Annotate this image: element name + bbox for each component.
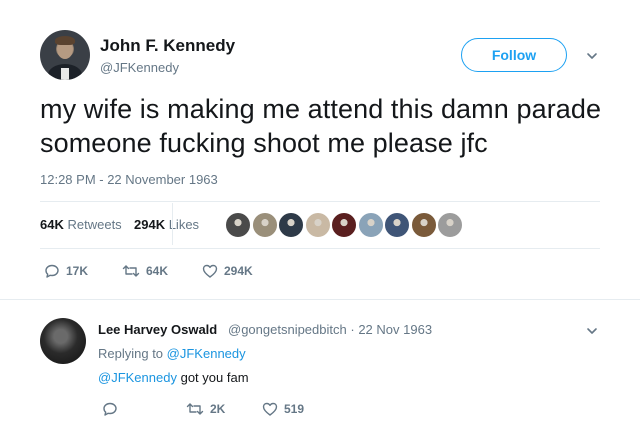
liker-avatar[interactable] (225, 212, 251, 238)
retweets-label: Retweets (67, 217, 122, 232)
divider (40, 248, 600, 249)
retweets-count: 64K (40, 217, 64, 232)
retweet-button[interactable]: 2K (186, 401, 225, 417)
retweet-count: 64K (146, 264, 169, 278)
reply-text: @JFKennedy got you fam (98, 370, 249, 385)
liker-avatar[interactable] (304, 212, 331, 238)
retweet-icon (186, 401, 204, 417)
chevron-down-icon[interactable] (585, 324, 599, 338)
divider (40, 201, 600, 202)
reply-count: 17K (66, 264, 89, 278)
author-handle[interactable]: @JFKennedy (100, 60, 179, 75)
likes-count: 294K (134, 217, 166, 232)
reply-icon (102, 401, 118, 417)
mention-link[interactable]: @JFKennedy (98, 370, 177, 385)
retweet-count: 2K (210, 402, 226, 416)
retweet-icon (122, 263, 140, 279)
liker-avatar[interactable] (357, 212, 384, 238)
avatar-shirt (61, 68, 69, 80)
avatar-hair (55, 36, 75, 45)
tweet-text: my wife is making me attend this damn pa… (40, 94, 602, 158)
follow-button[interactable]: Follow (461, 38, 567, 72)
liker-avatar[interactable] (437, 212, 463, 238)
likes-stat[interactable]: 294K Likes (134, 217, 199, 232)
reply-date[interactable]: 22 Nov 1963 (358, 322, 432, 337)
timestamp[interactable]: 12:28 PM - 22 November 1963 (40, 172, 218, 187)
reply-author-handle[interactable]: @gongetsnipedbitch (228, 322, 347, 337)
reply-button[interactable]: 17K (44, 263, 88, 279)
like-count: 294K (224, 264, 253, 278)
reply-meta: @gongetsnipedbitch · 22 Nov 1963 (228, 322, 432, 337)
liker-avatar[interactable] (384, 212, 410, 238)
chevron-down-icon[interactable] (585, 49, 599, 63)
liker-avatar[interactable] (251, 212, 278, 238)
reply-button[interactable] (102, 401, 124, 417)
heart-icon (202, 263, 218, 279)
like-button[interactable]: 294K (202, 263, 253, 279)
heart-icon (262, 401, 278, 417)
like-button[interactable]: 519 (262, 401, 304, 417)
retweet-button[interactable]: 64K (122, 263, 168, 279)
replying-prefix: Replying to (98, 346, 164, 361)
avatar[interactable] (40, 30, 90, 80)
reply-icon (44, 263, 60, 279)
reply-author-name[interactable]: Lee Harvey Oswald (98, 322, 217, 337)
meta-separator: · (350, 322, 355, 337)
liker-avatar[interactable] (278, 212, 304, 238)
replying-to: Replying to @JFKennedy (98, 346, 246, 361)
author-name[interactable]: John F. Kennedy (100, 36, 235, 56)
divider (0, 299, 640, 300)
liker-avatar[interactable] (331, 212, 357, 238)
liker-avatar[interactable] (410, 212, 437, 238)
stats-separator (172, 203, 173, 245)
like-count: 519 (284, 402, 305, 416)
reply-body: got you fam (180, 370, 249, 385)
replying-to-link[interactable]: @JFKennedy (167, 346, 246, 361)
retweets-stat[interactable]: 64K Retweets (40, 217, 122, 232)
reply-avatar[interactable] (40, 318, 86, 364)
likes-label: Likes (168, 217, 200, 232)
